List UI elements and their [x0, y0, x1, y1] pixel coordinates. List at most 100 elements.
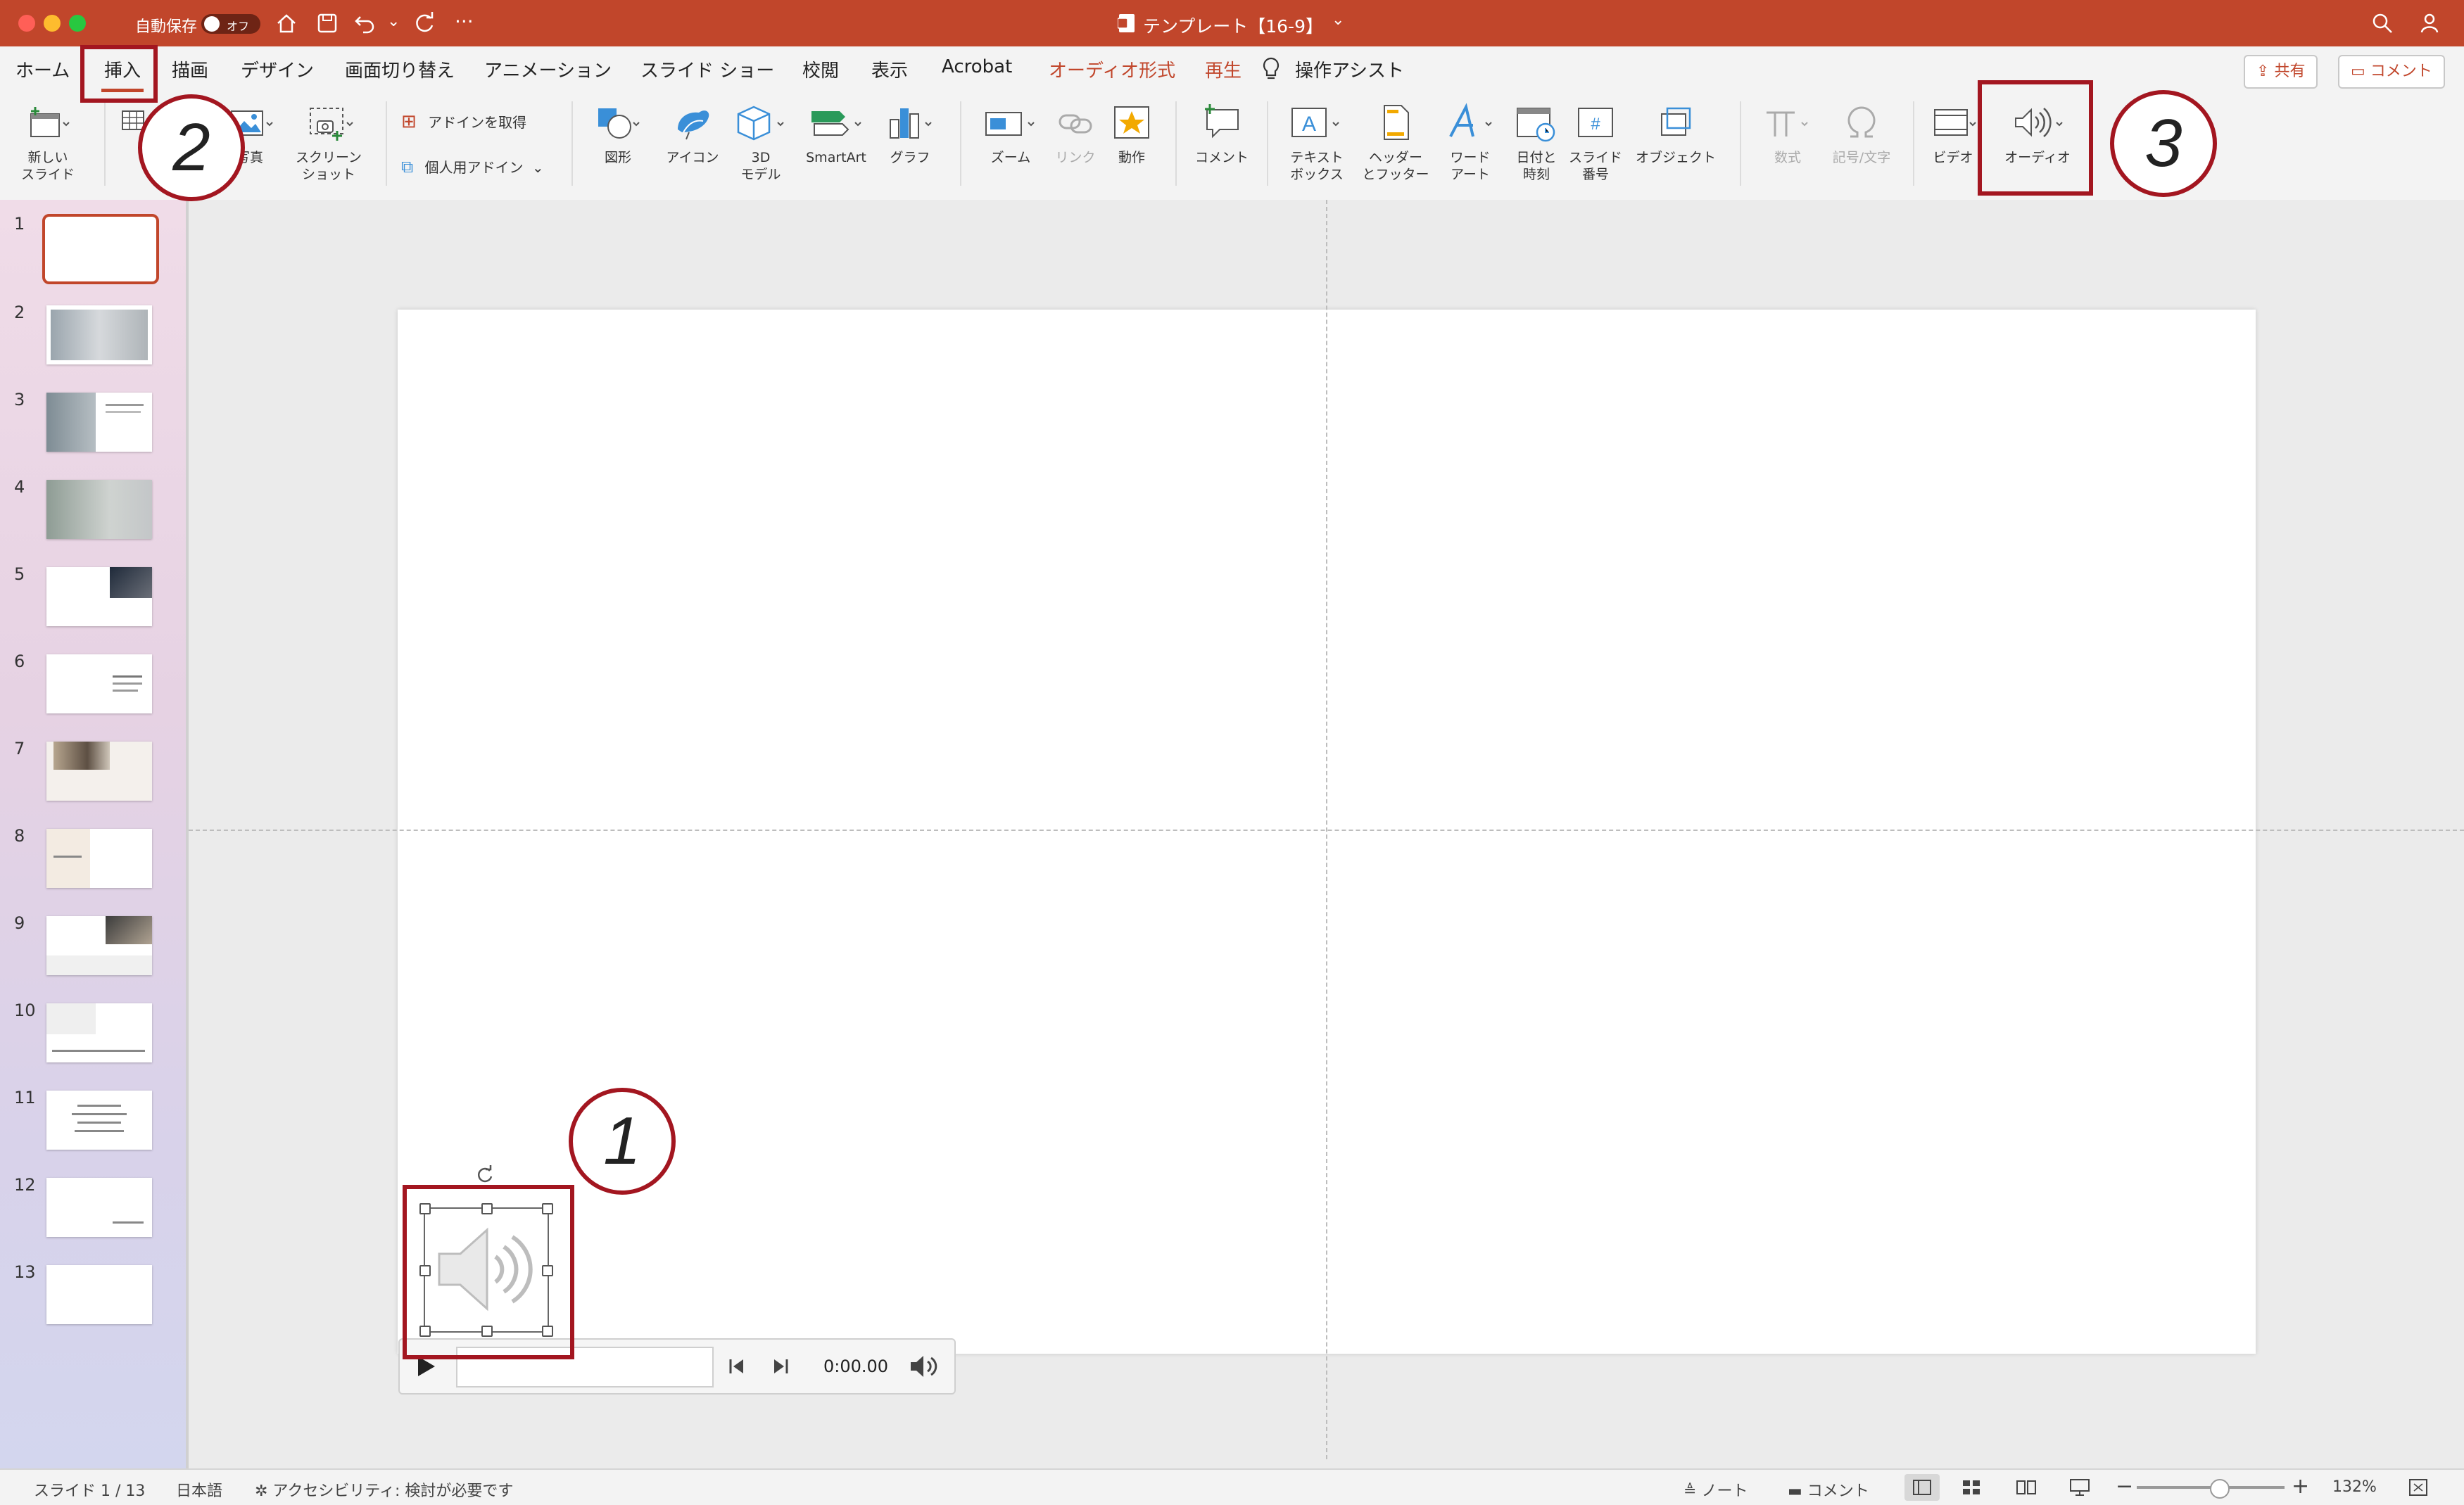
- highlight-audio-button: [1978, 80, 2093, 196]
- slide-thumbnail-3[interactable]: [46, 393, 152, 452]
- zoom-slider-thumb[interactable]: [2210, 1479, 2230, 1499]
- skip-back-icon[interactable]: [728, 1358, 746, 1375]
- my-addins-button[interactable]: ⧉ 個人用アドイン ⌄: [401, 156, 544, 177]
- home-icon[interactable]: [274, 11, 298, 35]
- accessibility-checker[interactable]: ✲ アクセシビリティ: 検討が必要です: [255, 1478, 513, 1501]
- zoom-out-button[interactable]: −: [2116, 1474, 2133, 1499]
- zoom-in-button[interactable]: +: [2292, 1474, 2309, 1499]
- account-icon[interactable]: [2420, 11, 2444, 35]
- action-button[interactable]: 動作: [1104, 101, 1160, 166]
- share-button[interactable]: ⇪ 共有: [2244, 55, 2318, 89]
- normal-view-button[interactable]: [1904, 1474, 1940, 1501]
- highlight-insert-tab: [80, 45, 158, 103]
- slide-number-button[interactable]: # スライド 番号: [1564, 101, 1627, 183]
- status-bar: スライド 1 / 13 日本語 ✲ アクセシビリティ: 検討が必要です ≜ ノー…: [0, 1468, 2464, 1505]
- symbol-button[interactable]: 記号/文字: [1823, 101, 1900, 166]
- slide-thumbnail-6[interactable]: [46, 654, 152, 713]
- textbox-button[interactable]: A テキスト ボックス: [1280, 101, 1354, 183]
- ribbon-tabs: ホーム 挿入 描画 デザイン 画面切り替え アニメーション スライド ショー 校…: [0, 46, 2464, 94]
- title-dropdown-icon[interactable]: ⌄: [1332, 11, 1344, 29]
- undo-icon[interactable]: [353, 11, 377, 35]
- volume-icon[interactable]: [909, 1354, 940, 1379]
- get-addins-button[interactable]: ⊞ アドインを取得: [401, 111, 526, 132]
- zoom-button[interactable]: ズーム: [975, 101, 1046, 166]
- tab-transitions[interactable]: 画面切り替え: [345, 56, 455, 82]
- chart-button[interactable]: グラフ: [878, 101, 942, 166]
- more-icon[interactable]: ···: [455, 10, 474, 33]
- highlight-audio-object: [403, 1185, 574, 1359]
- maximize-window-button[interactable]: [69, 15, 86, 32]
- slide-thumbnail-10[interactable]: [46, 1003, 152, 1062]
- reading-view-icon[interactable]: [2016, 1480, 2037, 1495]
- bird-icon: [678, 110, 709, 140]
- equation-button[interactable]: 数式: [1754, 101, 1821, 166]
- tab-design[interactable]: デザイン: [241, 56, 314, 82]
- smartart-icon: [811, 111, 861, 136]
- 3d-models-button[interactable]: 3D モデル: [729, 101, 792, 183]
- status-comments-button[interactable]: ▬ コメント: [1788, 1478, 1869, 1501]
- slide-counter: スライド 1 / 13: [34, 1482, 146, 1500]
- star-action-icon: [1114, 106, 1149, 139]
- link-button[interactable]: リンク: [1047, 101, 1104, 166]
- tell-me-search[interactable]: 操作アシスト: [1295, 56, 1404, 82]
- wordart-button[interactable]: ワード アート: [1437, 101, 1503, 183]
- skip-forward-icon[interactable]: [771, 1358, 790, 1375]
- tab-audio-format[interactable]: オーディオ形式: [1049, 56, 1175, 82]
- step-marker-2: 2: [138, 94, 245, 201]
- new-slide-button[interactable]: 新しい スライド: [13, 101, 83, 183]
- redo-icon[interactable]: [412, 11, 436, 35]
- tab-draw[interactable]: 描画: [172, 56, 208, 82]
- slide-number-icon: #: [1578, 108, 1613, 137]
- video-button[interactable]: ビデオ: [1923, 101, 1983, 166]
- zoom-level[interactable]: 132%: [2332, 1478, 2377, 1496]
- save-icon[interactable]: [315, 11, 339, 35]
- tab-playback[interactable]: 再生: [1205, 56, 1242, 82]
- slide-thumbnail-1[interactable]: [42, 214, 159, 284]
- tab-slideshow[interactable]: スライド ショー: [640, 56, 774, 82]
- slide-thumbnail-13[interactable]: [46, 1265, 152, 1324]
- autosave-toggle[interactable]: オフ: [201, 14, 260, 34]
- minimize-window-button[interactable]: [44, 15, 61, 32]
- close-window-button[interactable]: [18, 15, 35, 32]
- horizontal-guide[interactable]: [189, 830, 2464, 831]
- object-button[interactable]: オブジェクト: [1630, 101, 1721, 166]
- language-indicator[interactable]: 日本語: [176, 1478, 222, 1501]
- slide-thumbnail-11[interactable]: [46, 1091, 152, 1150]
- comment-icon: [1205, 104, 1239, 139]
- smartart-button[interactable]: SmartArt: [797, 101, 876, 166]
- my-addins-icon: ⧉: [401, 157, 414, 177]
- document-title: テンプレート【16-9】: [1143, 16, 1323, 37]
- rotate-handle-icon[interactable]: [476, 1165, 495, 1185]
- slide-thumbnail-8[interactable]: [46, 829, 152, 888]
- header-footer-button[interactable]: ヘッダー とフッター: [1357, 101, 1434, 183]
- fit-to-window-icon[interactable]: [2408, 1478, 2428, 1497]
- slide-thumbnail-7[interactable]: [46, 742, 152, 801]
- normal-view-icon: [1913, 1480, 1931, 1495]
- notes-button[interactable]: ≜ ノート: [1683, 1478, 1748, 1501]
- slide-thumbnail-5[interactable]: [46, 567, 152, 626]
- slide-thumbnail-pane[interactable]: 1 2 3 4 5 6 7 8 9 10 11 12 13: [0, 200, 186, 1468]
- pi-icon: [1767, 111, 1808, 136]
- tab-acrobat[interactable]: Acrobat: [942, 56, 1012, 77]
- comments-button[interactable]: ▭ コメント: [2338, 55, 2445, 89]
- insert-comment-button[interactable]: コメント: [1188, 101, 1256, 166]
- screenshot-button[interactable]: スクリーン ショット: [284, 101, 373, 183]
- slide-sorter-icon[interactable]: [1962, 1480, 1980, 1495]
- icons-button[interactable]: アイコン: [657, 101, 728, 166]
- tab-review[interactable]: 校閲: [802, 56, 839, 82]
- tab-home[interactable]: ホーム: [15, 56, 70, 82]
- slide-thumbnail-9[interactable]: [46, 916, 152, 975]
- object-icon: [1661, 107, 1691, 136]
- search-icon[interactable]: [2370, 11, 2394, 35]
- date-time-button[interactable]: 日付と 時刻: [1506, 101, 1567, 183]
- shapes-button[interactable]: 図形: [584, 101, 652, 166]
- slide-thumbnail-4[interactable]: [46, 480, 152, 539]
- tab-view[interactable]: 表示: [871, 56, 908, 82]
- slide-thumbnail-12[interactable]: [46, 1178, 152, 1237]
- slideshow-view-icon[interactable]: [2069, 1478, 2090, 1497]
- slide-thumbnail-2[interactable]: [46, 305, 152, 364]
- textbox-icon: A: [1291, 108, 1339, 137]
- tab-animations[interactable]: アニメーション: [484, 56, 612, 82]
- undo-dropdown-icon[interactable]: ⌄: [387, 13, 400, 30]
- step-marker-3: 3: [2110, 90, 2217, 197]
